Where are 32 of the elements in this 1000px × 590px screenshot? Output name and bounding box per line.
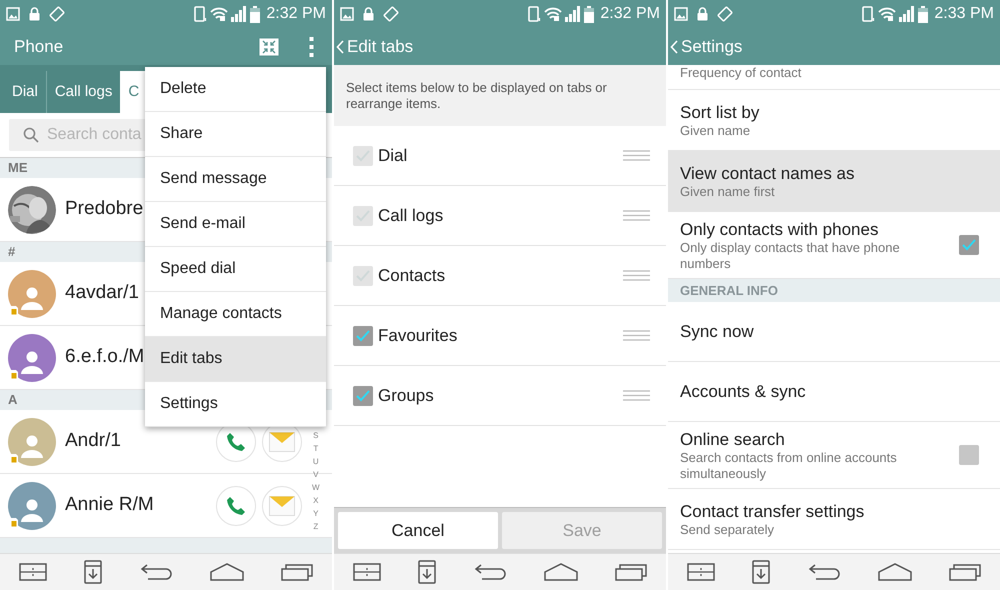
tab-option-label: Call logs xyxy=(378,204,444,227)
clock-time: 2:32 PM xyxy=(266,4,326,24)
app-title: Phone xyxy=(14,36,64,58)
contact-name: 4avdar/1 xyxy=(65,281,139,306)
clock-time: 2:33 PM xyxy=(934,4,994,24)
tab-option-label: Dial xyxy=(378,144,408,167)
setting-title: Accounts & sync xyxy=(680,381,806,402)
setting-summary: Given name first xyxy=(680,184,776,200)
setting-title: Sync now xyxy=(680,321,754,342)
contact-name: 6.e.f.o./M xyxy=(65,345,144,370)
description-text: Select items below to be displayed on tabs or rearrange items. xyxy=(346,80,608,112)
setting-title: Online search xyxy=(680,428,786,450)
setting-summary: Given name xyxy=(680,122,752,138)
setting-summary: Send separately xyxy=(680,522,775,538)
setting-title: View contact names as xyxy=(680,162,854,184)
section-header: # xyxy=(8,243,16,262)
clock-time: 2:32 PM xyxy=(600,4,660,24)
contact-name: Annie R/M xyxy=(65,493,154,518)
setting-summary: Only display contacts that have phone numbers xyxy=(680,240,901,272)
contact-name: Predobre xyxy=(65,197,144,222)
tab-option-label: Favourites xyxy=(378,324,458,347)
setting-title: Only contacts with phones xyxy=(680,218,880,240)
section-header: A xyxy=(8,391,18,410)
setting-summary: Search contacts from online accounts simultaneously xyxy=(680,450,898,482)
tab-option-label: Contacts xyxy=(378,264,446,287)
setting-title: Sort list by xyxy=(680,102,760,122)
tab-option-label: Groups xyxy=(378,384,434,407)
contact-name: Andr/1 xyxy=(65,429,121,454)
setting-title: Contact transfer settings xyxy=(680,500,864,522)
section-header: ME xyxy=(8,159,28,178)
setting-summary: Frequency of contact xyxy=(680,65,802,81)
section-header: GENERAL INFO xyxy=(680,282,778,300)
